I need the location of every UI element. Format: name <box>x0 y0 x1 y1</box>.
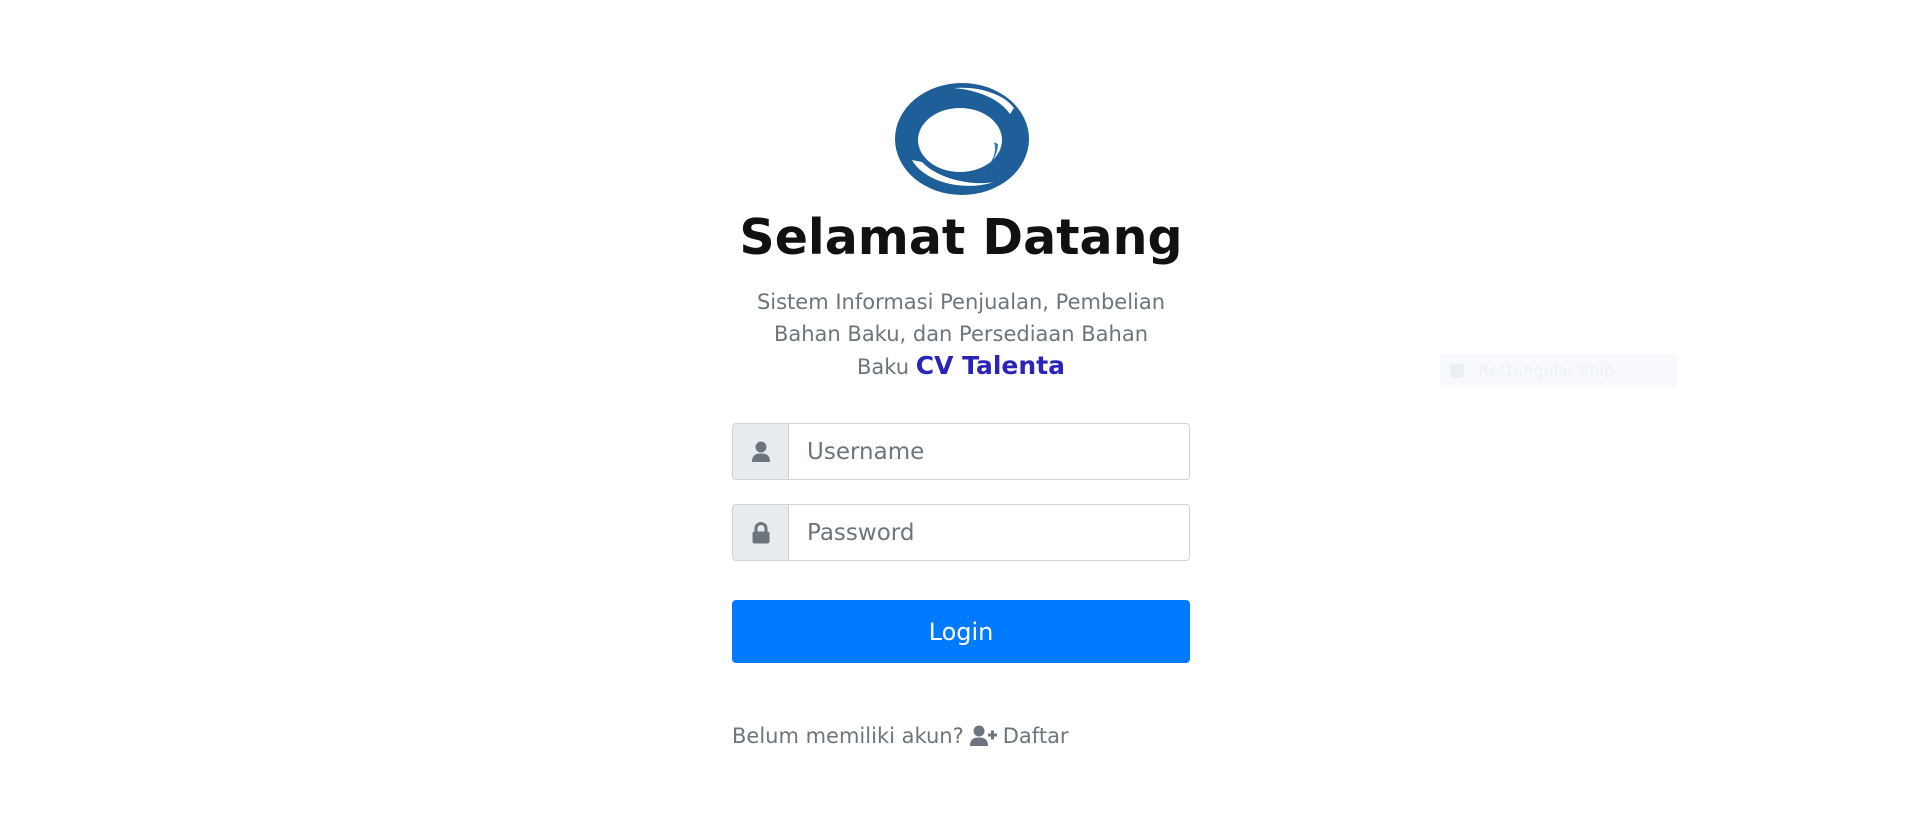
register-row: Belum memiliki akun? Daftar <box>732 724 1069 748</box>
login-page: Selamat Datang Sistem Informasi Penjuala… <box>0 0 1915 822</box>
password-input[interactable] <box>788 504 1190 561</box>
brand-name: CV Talenta <box>915 351 1066 380</box>
subtitle-text: Baku <box>856 355 910 379</box>
snip-label: Rectangular Snip <box>1478 361 1615 380</box>
user-icon <box>732 423 788 480</box>
subtitle-line-last: Baku CV Talenta <box>732 350 1190 383</box>
username-group <box>732 423 1190 480</box>
username-input[interactable] <box>788 423 1190 480</box>
page-title: Selamat Datang <box>739 209 1183 266</box>
snip-tooltip: Rectangular Snip <box>1440 354 1677 387</box>
page-subtitle: Sistem Informasi Penjualan, Pembelian Ba… <box>732 286 1190 383</box>
snip-icon <box>1450 363 1464 378</box>
user-plus-icon <box>969 725 997 746</box>
subtitle-line: Sistem Informasi Penjualan, Pembelian <box>756 290 1166 314</box>
register-label: Daftar <box>1002 724 1069 748</box>
register-link[interactable]: Daftar <box>969 724 1069 748</box>
register-prompt: Belum memiliki akun? <box>732 724 964 748</box>
company-logo <box>894 82 1030 196</box>
lock-icon <box>732 504 788 561</box>
password-group <box>732 504 1190 561</box>
subtitle-line: Bahan Baku, dan Persediaan Bahan <box>773 322 1149 346</box>
login-button[interactable]: Login <box>732 600 1190 663</box>
